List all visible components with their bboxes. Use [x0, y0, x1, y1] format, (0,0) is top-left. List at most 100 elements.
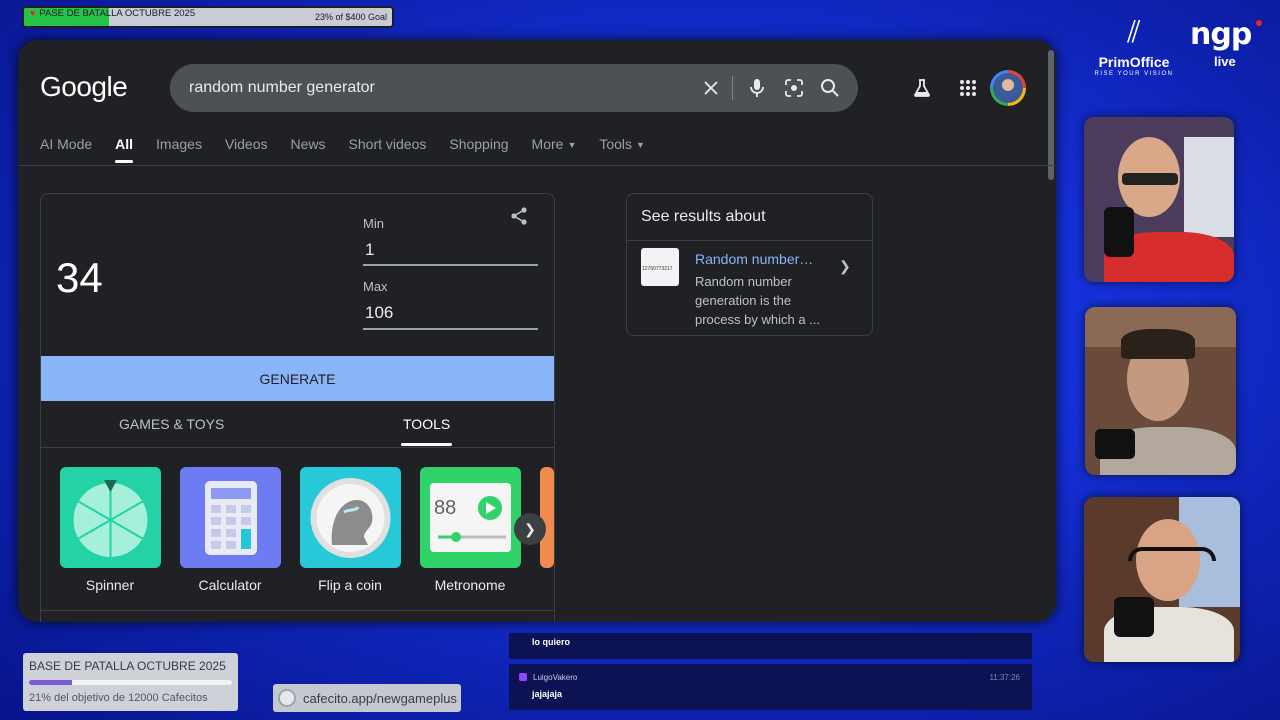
spinner-icon — [73, 480, 148, 557]
cafecito-goal-fill — [29, 680, 72, 685]
battle-pass-goal-bar: ♥ PASE DE BATALLA OCTUBRE 2025 23% of $4… — [22, 6, 394, 28]
calculator-icon — [205, 481, 257, 555]
tab-shopping[interactable]: Shopping — [449, 136, 508, 166]
webcam-3 — [1084, 497, 1240, 662]
see-results-divider — [627, 240, 872, 241]
coin-icon — [310, 478, 391, 558]
primoffice-logo: ⫽ PrimOffice RISE YOUR VISION — [1088, 15, 1180, 78]
search-icon[interactable] — [818, 76, 842, 100]
tab-images[interactable]: Images — [156, 136, 202, 166]
cafecito-goal-widget: BASE DE PATALLA OCTUBRE 2025 21% del obj… — [23, 653, 238, 711]
heart-icon: ♥ — [30, 8, 36, 18]
glasses — [1122, 173, 1178, 185]
see-results-heading: See results about — [641, 208, 766, 225]
flask-icon[interactable] — [909, 75, 935, 101]
chat-timestamp: 11:37:26 — [989, 673, 1020, 682]
cafecito-link-badge: cafecito.app/newgameplus — [273, 684, 461, 712]
share-icon[interactable] — [509, 206, 529, 226]
lens-icon[interactable] — [782, 76, 806, 100]
primoffice-tagline: RISE YOUR VISION — [1094, 71, 1174, 77]
cam-bg — [1184, 137, 1234, 237]
close-icon[interactable] — [699, 76, 723, 100]
generate-button[interactable]: GENERATE — [41, 356, 554, 401]
search-bar[interactable]: random number generator — [170, 64, 858, 112]
tab-news[interactable]: News — [291, 136, 326, 166]
tab-ai-mode[interactable]: AI Mode — [40, 136, 92, 166]
calculator-tile[interactable] — [180, 467, 281, 568]
metronome-tile[interactable]: 88 — [420, 467, 521, 568]
tab-tools-sub[interactable]: TOOLS — [400, 416, 453, 446]
max-label: Max — [363, 279, 388, 294]
hair — [1121, 329, 1195, 359]
webcam-1 — [1084, 117, 1234, 282]
max-field[interactable]: 106 — [365, 303, 393, 323]
spinner-tile[interactable] — [60, 467, 161, 568]
metronome-label: Metronome — [434, 577, 506, 593]
search-divider — [732, 76, 733, 100]
tab-more-label: More — [531, 136, 564, 152]
google-logo[interactable]: Google — [40, 71, 128, 103]
scrollbar[interactable] — [1048, 50, 1054, 180]
see-results-about-panel: See results about 12760773217 Random num… — [626, 193, 873, 336]
tab-more[interactable]: More ▼ — [532, 136, 577, 166]
live-dot — [1256, 20, 1262, 26]
spinner-label: Spinner — [85, 577, 135, 593]
cafecito-goal-bar — [29, 680, 232, 685]
random-number-generator-card: 34 Min 1 Max 106 GENERATE GAMES & TOYS T… — [40, 193, 555, 622]
min-field[interactable]: 1 — [365, 240, 374, 260]
chevron-right-icon[interactable]: ❯ — [514, 513, 546, 545]
result-thumbnail[interactable]: 12760773217 — [641, 248, 679, 286]
header-divider — [18, 165, 1056, 166]
min-label: Min — [363, 216, 384, 231]
flip-coin-tile[interactable] — [300, 467, 401, 568]
primoffice-mark-icon: ⫽ — [1127, 15, 1141, 50]
card-bottom-divider — [41, 610, 554, 611]
microphone — [1095, 429, 1135, 459]
caret-down-icon: ▼ — [636, 140, 645, 151]
microphone — [1114, 597, 1154, 637]
cafecito-goal-title: BASE DE PATALLA OCTUBRE 2025 — [29, 659, 226, 673]
tab-short-videos[interactable]: Short videos — [349, 136, 427, 166]
rng-result: 34 — [56, 254, 103, 301]
goal-title: PASE DE BATALLA OCTUBRE 2025 — [39, 8, 196, 19]
chat-message: lo quiero — [509, 633, 1032, 659]
min-field-underline — [363, 264, 538, 266]
account-avatar[interactable] — [990, 70, 1026, 106]
result-description: Random number generation is the process … — [695, 274, 820, 327]
primoffice-name: PrimOffice — [1098, 54, 1170, 70]
ngp-logo-text: ngp — [1190, 17, 1252, 52]
rng-subtabs: GAMES & TOYS TOOLS — [41, 401, 554, 448]
goal-amount: 23% of $400 Goal — [314, 12, 387, 22]
tab-videos[interactable]: Videos — [225, 136, 268, 166]
max-field-underline — [363, 328, 538, 330]
calculator-label: Calculator — [198, 577, 262, 593]
live-logo-text: live — [1214, 54, 1236, 69]
search-tabs: AI Mode All Images Videos News Short vid… — [40, 136, 668, 166]
search-input[interactable]: random number generator — [189, 79, 375, 97]
tab-games-toys[interactable]: GAMES & TOYS — [119, 416, 224, 432]
cafecito-link: cafecito.app/newgameplus — [303, 690, 457, 706]
webcam-2 — [1085, 307, 1236, 475]
chat-text: jajajaja — [532, 689, 563, 699]
twitch-badge-icon — [519, 673, 527, 681]
headphones — [1128, 547, 1216, 561]
chat-text: lo quiero — [532, 637, 570, 647]
cafecito-icon — [278, 689, 296, 707]
goal-title-wrap: ♥ PASE DE BATALLA OCTUBRE 2025 — [30, 8, 200, 19]
mic-icon[interactable] — [745, 76, 769, 100]
apps-grid-icon[interactable] — [955, 75, 981, 101]
caret-down-icon: ▼ — [567, 140, 577, 151]
tab-tools[interactable]: Tools ▼ — [599, 136, 645, 166]
result-link[interactable]: Random number… — [695, 251, 813, 267]
microphone — [1104, 207, 1134, 257]
tab-tools-label: Tools — [599, 136, 633, 152]
next-tool-tile-partial[interactable] — [540, 467, 554, 568]
chat-message: LuigoVakero 11:37:26 jajajaja — [509, 664, 1032, 710]
chat-username: LuigoVakero — [533, 673, 578, 682]
flip-coin-label: Flip a coin — [318, 577, 382, 593]
cafecito-goal-subtitle: 21% del objetivo de 12000 Cafecitos — [29, 692, 208, 704]
ngp-live-logo: ngp live — [1190, 17, 1262, 69]
metronome-display: 88 — [434, 497, 457, 519]
tab-all[interactable]: All — [115, 136, 133, 166]
chevron-right-icon[interactable]: ❯ — [839, 258, 851, 275]
